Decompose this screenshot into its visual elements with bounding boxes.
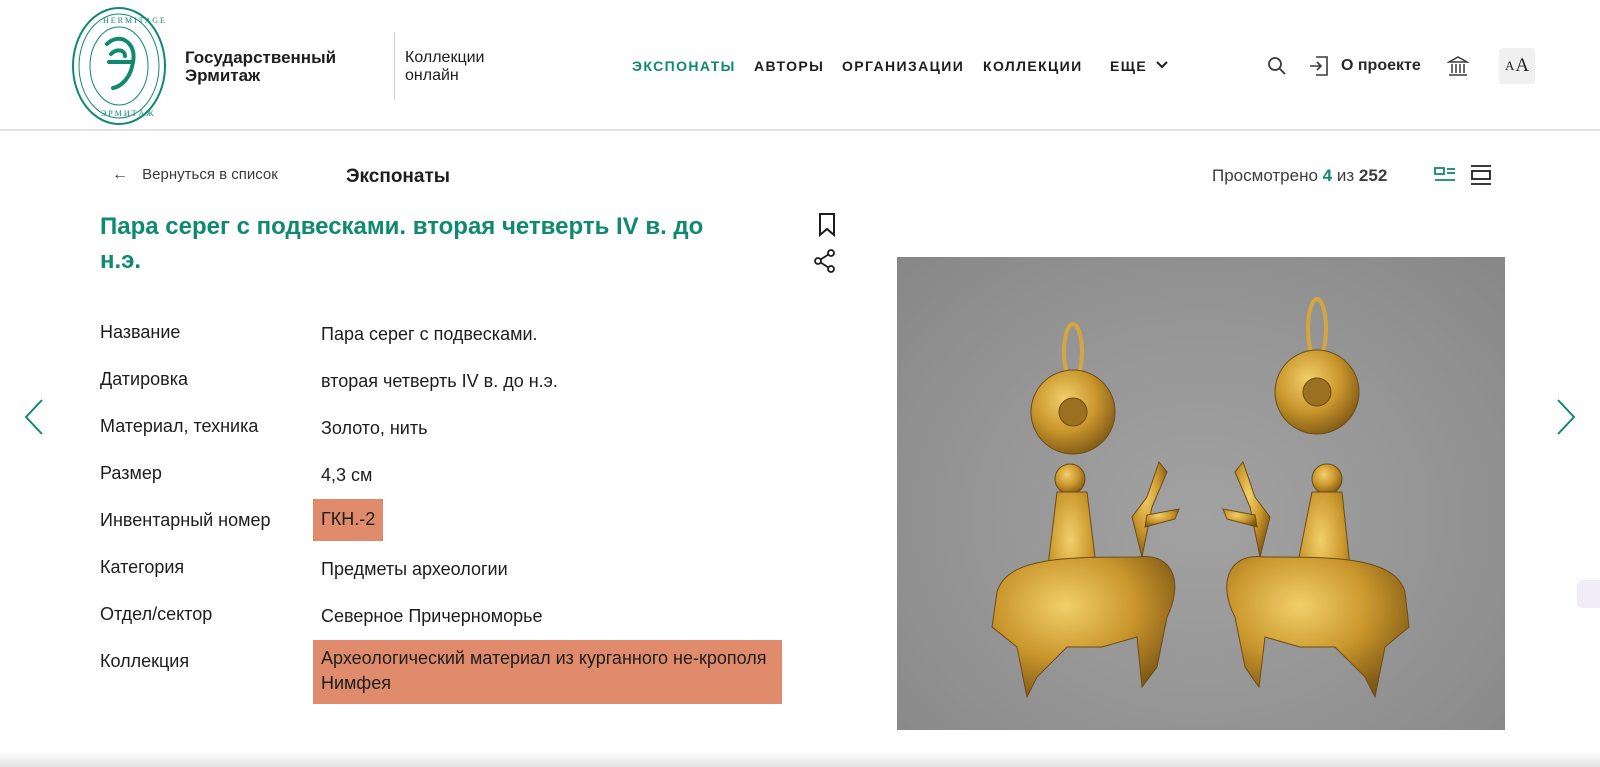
nav-item-authors[interactable]: АВТОРЫ [754, 58, 824, 74]
site-header: H E R M I T A G E Э Р М И Т А Ж Государс… [0, 0, 1600, 131]
font-size-small-glyph: A [1504, 58, 1515, 73]
detail-label: Категория [100, 557, 185, 577]
viewed-total: 252 [1358, 166, 1388, 185]
list-view-icon[interactable] [1433, 163, 1457, 187]
about-project-link[interactable]: О проекте [1341, 57, 1421, 75]
org-name[interactable]: Государственный Эрмитаж [185, 49, 336, 85]
detail-value[interactable]: Северное Причерноморье [321, 604, 543, 629]
detail-value: Пара серег с подвесками. [321, 324, 538, 344]
detail-value[interactable]: Предметы археологии [321, 557, 508, 582]
gold-earrings-image [991, 297, 1410, 699]
site-subtitle[interactable]: Коллекции онлайн [405, 49, 484, 85]
next-item-arrow[interactable] [1554, 398, 1578, 436]
detail-label: Инвентарный номер [100, 510, 271, 530]
nav-item-exhibits[interactable]: ЭКСПОНАТЫ [632, 58, 736, 74]
header-divider [394, 32, 395, 100]
svg-text:Э Р М И Т А Ж: Э Р М И Т А Ж [101, 109, 154, 118]
item-photo[interactable] [897, 257, 1505, 730]
font-size-button[interactable]: A A [1499, 48, 1535, 84]
detail-value: Золото, нить [321, 418, 428, 438]
back-to-list-link[interactable]: ← Вернуться в список [112, 166, 278, 184]
viewed-prefix: Просмотрено [1212, 166, 1318, 185]
bookmark-icon[interactable] [817, 212, 837, 238]
museum-icon[interactable] [1447, 55, 1469, 77]
nav-item-more[interactable]: ЕЩЕ [1110, 58, 1147, 74]
detail-value-highlighted[interactable]: Археологический материал из курганного н… [313, 640, 782, 704]
detail-label: Материал, техника [100, 416, 259, 436]
chevron-down-icon[interactable] [1156, 60, 1168, 70]
viewed-of: из [1336, 166, 1355, 185]
gallery-view-icon[interactable] [1469, 163, 1493, 187]
previous-item-arrow[interactable] [22, 398, 46, 436]
detail-label: Датировка [100, 369, 188, 389]
hermitage-logo[interactable]: H E R M I T A G E Э Р М И Т А Ж [71, 6, 167, 126]
font-size-big-glyph: A [1515, 55, 1530, 76]
org-name-line1: Государственный [185, 48, 337, 67]
bottom-edge [0, 752, 1600, 767]
viewed-current: 4 [1322, 166, 1333, 185]
back-to-list-label: Вернуться в список [142, 166, 278, 183]
section-title: Экспонаты [346, 166, 450, 187]
org-name-line2: Эрмитаж [185, 66, 261, 85]
nav-item-collections[interactable]: КОЛЛЕКЦИИ [983, 58, 1083, 74]
detail-label: Отдел/сектор [100, 604, 213, 624]
viewed-counter: Просмотрено 4 из 252 [1212, 166, 1387, 186]
detail-label: Размер [100, 463, 162, 483]
detail-label: Название [100, 322, 181, 342]
detail-value: 4,3 см [321, 465, 373, 485]
side-widget-tab[interactable] [1577, 580, 1600, 608]
arrow-left-icon: ← [112, 166, 128, 183]
svg-text:H E R M I T A G E: H E R M I T A G E [103, 16, 165, 25]
detail-value-highlighted: ГКН.-2 [313, 499, 384, 541]
nav-item-organizations[interactable]: ОРГАНИЗАЦИИ [842, 58, 964, 74]
share-icon[interactable] [813, 249, 837, 273]
detail-label: Коллекция [100, 651, 190, 671]
search-icon[interactable] [1267, 56, 1287, 76]
subtitle-line1: Коллекции [405, 49, 485, 66]
subtitle-line2: онлайн [405, 67, 459, 84]
item-title: Пара серег с подвесками. вторая четверть… [100, 213, 704, 274]
detail-value: вторая четверть IV в. до н.э. [321, 371, 558, 391]
login-icon[interactable] [1308, 55, 1330, 77]
